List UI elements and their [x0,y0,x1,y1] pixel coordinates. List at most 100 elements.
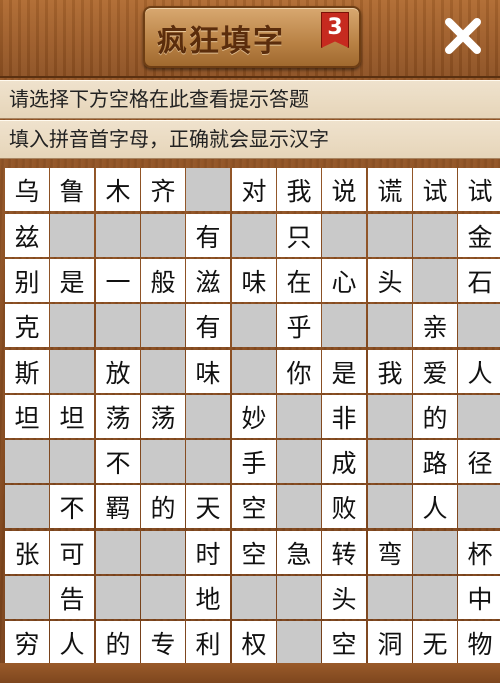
grid-cell-filled[interactable]: 鲁 [50,168,94,211]
grid-cell-filled[interactable]: 一 [96,259,140,302]
grid-cell-filled[interactable]: 荡 [96,395,140,438]
grid-cell-empty [368,576,412,619]
grid-cell-filled[interactable]: 说 [322,168,366,211]
grid-cell-empty [232,350,276,393]
grid-cell-filled[interactable]: 专 [141,621,185,664]
grid-cell-filled[interactable]: 可 [50,531,94,574]
grid-cell-empty [96,576,140,619]
grid-cell-filled[interactable]: 穷 [5,621,49,664]
level-badge: 3 [321,12,349,48]
grid-cell-filled[interactable]: 成 [322,440,366,483]
grid-cell-empty [50,440,94,483]
grid-cell-filled[interactable]: 克 [5,304,49,347]
grid-cell-filled[interactable]: 不 [50,485,94,528]
grid-cell-filled[interactable]: 兹 [5,214,49,257]
grid-cell-filled[interactable]: 亲 [413,304,457,347]
grid-cell-filled[interactable]: 斯 [5,350,49,393]
grid-cell-filled[interactable]: 的 [413,395,457,438]
grid-cell-filled[interactable]: 急 [277,531,321,574]
grid-cell-empty [368,304,412,347]
grid-cell-filled[interactable]: 味 [186,350,230,393]
grid-cell-filled[interactable]: 弯 [368,531,412,574]
grid-cell-filled[interactable]: 你 [277,350,321,393]
grid-cell-filled[interactable]: 木 [96,168,140,211]
grid-cell-filled[interactable]: 败 [322,485,366,528]
grid-cell-filled[interactable]: 是 [50,259,94,302]
grid-cell-empty [458,485,500,528]
grid-cell-filled[interactable]: 的 [96,621,140,664]
grid-cell-filled[interactable]: 人 [50,621,94,664]
grid-cell-filled[interactable]: 齐 [141,168,185,211]
grid-cell-filled[interactable]: 手 [232,440,276,483]
grid-cell-filled[interactable]: 无 [413,621,457,664]
grid-cell-filled[interactable]: 是 [322,350,366,393]
game-logo: 疯狂填字 3 [143,6,361,68]
grid-cell-filled[interactable]: 味 [232,259,276,302]
grid-cell-empty [50,214,94,257]
grid-cell-empty [232,576,276,619]
close-button[interactable] [440,15,486,61]
grid-cell-filled[interactable]: 金 [458,214,500,257]
grid-cell-filled[interactable]: 荡 [141,395,185,438]
grid-cell-filled[interactable]: 空 [322,621,366,664]
grid-cell-filled[interactable]: 张 [5,531,49,574]
grid-cell-filled[interactable]: 羁 [96,485,140,528]
grid-cell-filled[interactable]: 告 [50,576,94,619]
grid-cell-filled[interactable]: 中 [458,576,500,619]
grid-cell-filled[interactable]: 非 [322,395,366,438]
grid-cell-filled[interactable]: 有 [186,214,230,257]
grid-cell-filled[interactable]: 只 [277,214,321,257]
grid-cell-filled[interactable]: 有 [186,304,230,347]
grid-cell-filled[interactable]: 头 [368,259,412,302]
grid-cell-filled[interactable]: 心 [322,259,366,302]
grid-cell-filled[interactable]: 对 [232,168,276,211]
grid-cell-filled[interactable]: 头 [322,576,366,619]
grid-cell-filled[interactable]: 时 [186,531,230,574]
grid-cell-filled[interactable]: 试 [458,168,500,211]
grid-cell-filled[interactable]: 径 [458,440,500,483]
grid-cell-empty [141,214,185,257]
grid-cell-empty [141,350,185,393]
grid-cell-filled[interactable]: 石 [458,259,500,302]
grid-cell-filled[interactable]: 空 [232,531,276,574]
grid-cell-empty [232,214,276,257]
grid-cell-filled[interactable]: 我 [277,168,321,211]
grid-cell-filled[interactable]: 人 [413,485,457,528]
grid-cell-filled[interactable]: 洞 [368,621,412,664]
grid-cell-filled[interactable]: 滋 [186,259,230,302]
grid-cell-filled[interactable]: 不 [96,440,140,483]
grid-cell-filled[interactable]: 爱 [413,350,457,393]
grid-cell-filled[interactable]: 天 [186,485,230,528]
grid-cell-filled[interactable]: 谎 [368,168,412,211]
grid-cell-empty [141,304,185,347]
grid-cell-filled[interactable]: 权 [232,621,276,664]
grid-cell-empty [368,485,412,528]
grid-cell-filled[interactable]: 转 [322,531,366,574]
grid-cell-filled[interactable]: 放 [96,350,140,393]
grid-cell-filled[interactable]: 在 [277,259,321,302]
grid-cell-empty [413,576,457,619]
grid-cell-filled[interactable]: 坦 [5,395,49,438]
grid-cell-filled[interactable]: 试 [413,168,457,211]
grid-cell-filled[interactable]: 地 [186,576,230,619]
grid-cell-filled[interactable]: 路 [413,440,457,483]
grid-cell-empty [96,214,140,257]
grid-cell-filled[interactable]: 别 [5,259,49,302]
grid-cell-filled[interactable]: 物 [458,621,500,664]
grid-cell-filled[interactable]: 杯 [458,531,500,574]
grid-cell-filled[interactable]: 妙 [232,395,276,438]
grid-cell-filled[interactable]: 般 [141,259,185,302]
grid-cell-filled[interactable]: 乎 [277,304,321,347]
grid-cell-filled[interactable]: 人 [458,350,500,393]
grid-cell-filled[interactable]: 利 [186,621,230,664]
grid-cell-filled[interactable]: 坦 [50,395,94,438]
grid-cell-filled[interactable]: 空 [232,485,276,528]
grid-cell-empty [232,304,276,347]
grid-cell-filled[interactable]: 的 [141,485,185,528]
crossword-grid: 乌鲁木齐对我说谎试试兹有只金别是一般滋味在心头石克有乎亲斯放味你是我爱人坦坦荡荡… [0,168,500,664]
grid-cell-filled[interactable]: 我 [368,350,412,393]
hint-line-2: 填入拼音首字母，正确就会显示汉字 [0,120,500,159]
grid-cell-filled[interactable]: 乌 [5,168,49,211]
grid-cell-empty [5,440,49,483]
grid-cell-empty [277,576,321,619]
